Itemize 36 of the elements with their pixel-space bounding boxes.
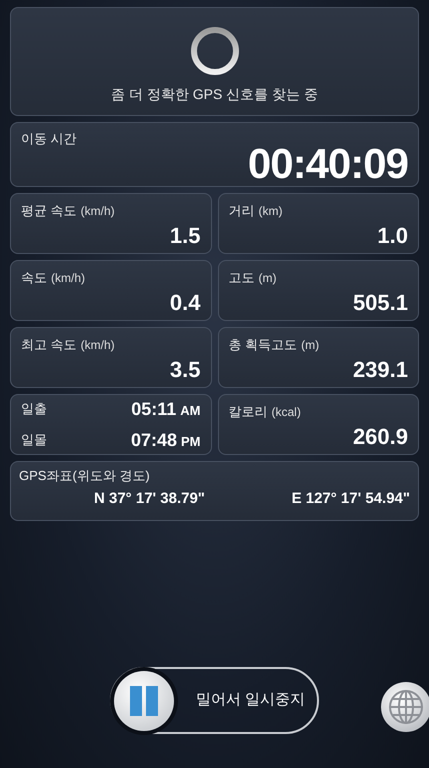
stat-value: 239.1 [352, 358, 408, 382]
sun-label: 일몰 [21, 431, 47, 450]
stat-label: 거리 [228, 203, 254, 218]
stat-unit: (km) [258, 204, 282, 218]
stat-value: 1.5 [170, 224, 200, 248]
longitude-value: E 127° 17' 54.94" [292, 488, 410, 508]
loading-spinner-icon [190, 26, 240, 76]
sun-time: 05:11 AM [131, 398, 200, 420]
sun-label: 일출 [21, 400, 47, 418]
stat-value: 1.0 [377, 224, 408, 248]
stat-unit: (m) [301, 338, 320, 352]
stat-unit: (km/h) [51, 271, 85, 285]
sun-time: 07:48 PM [130, 428, 200, 452]
stat-unit: (km/h) [80, 338, 115, 352]
stat-unit: (m) [258, 271, 276, 285]
stat-label: 총 획득고도 [228, 337, 298, 352]
stat-value: 3.5 [170, 358, 200, 382]
pause-icon [130, 686, 158, 716]
stat-value: 260.9 [352, 424, 408, 449]
globe-icon[interactable] [380, 681, 429, 733]
stat-label: 고도 [228, 270, 254, 285]
stat-unit: (km/h) [80, 204, 115, 218]
slide-to-pause-slider[interactable]: 밀어서 일시중지 [110, 667, 319, 734]
stat-label: 속도 [21, 270, 47, 285]
stat-label: 최고 속도 [21, 337, 77, 352]
slider-knob[interactable] [114, 670, 174, 730]
stat-unit: (kcal) [272, 405, 301, 419]
moving-time-label: 이동 시간 [21, 130, 78, 148]
stat-label: 칼로리 [228, 404, 268, 419]
stat-label: 평균 속도 [21, 203, 77, 218]
coordinates-label: GPS좌표(위도와 경도) [19, 467, 151, 485]
gps-status-text: 좀 더 정확한 GPS 신호를 찾는 중 [111, 85, 318, 104]
latitude-value: N 37° 17' 38.79" [94, 488, 205, 508]
stat-value: 0.4 [170, 290, 200, 315]
stat-value: 505.1 [352, 290, 408, 315]
moving-time-value: 00:40:09 [248, 142, 408, 184]
